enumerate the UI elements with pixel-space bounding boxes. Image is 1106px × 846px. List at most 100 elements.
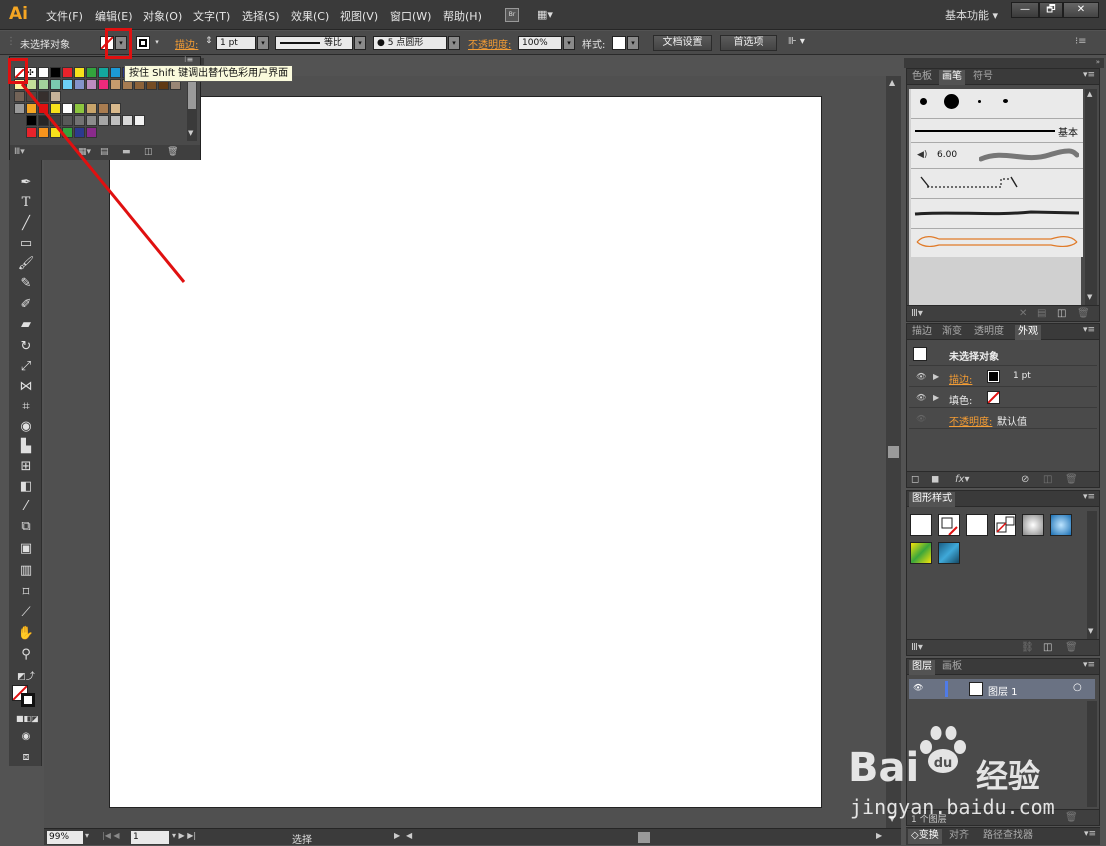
add-new-stroke-icon[interactable]: ◻ [911, 474, 919, 485]
new-graphic-style-icon[interactable]: ◫ [1043, 642, 1052, 653]
clear-appearance-icon[interactable]: ⊘ [1021, 474, 1029, 485]
perspective-grid-tool-icon[interactable]: ▙ [16, 438, 36, 456]
artboard-tool-icon[interactable]: ⌑ [16, 584, 36, 602]
menu-view[interactable]: 视图(V) [340, 8, 378, 24]
tab-appearance[interactable]: 外观 [1015, 325, 1041, 340]
tab-graphic-styles[interactable]: 图形样式 [909, 492, 955, 507]
layer-name[interactable]: 图层 1 [988, 683, 1018, 698]
tab-symbols[interactable]: 符号 [970, 70, 996, 85]
zoom-tool-icon[interactable]: ⚲ [16, 646, 36, 664]
align-icon[interactable]: ⊪ ▾ [788, 36, 805, 47]
style-swatch[interactable] [612, 36, 626, 50]
graphic-style-none-fill[interactable] [938, 514, 960, 536]
brush-definition[interactable]: ● 5 点圆形 [373, 36, 447, 50]
preferences-button[interactable]: 首选项 [720, 35, 777, 51]
eraser-tool-icon[interactable]: ▰ [16, 316, 36, 334]
width-tool-icon[interactable]: ⋈ [16, 378, 36, 396]
page-arrow[interactable]: ▾ ▶ ▶| [172, 831, 196, 840]
appearance-fill-row[interactable]: 👁 ▶ 填色: [909, 388, 1097, 408]
brush-library-menu-icon[interactable]: Ⅲ▾ [911, 308, 923, 319]
brush-arrow[interactable]: ▾ [448, 36, 460, 50]
scroll-up-icon[interactable]: ▲ [889, 78, 895, 87]
brush-scroll-up-icon[interactable]: ▲ [1087, 90, 1092, 98]
swap-fill-stroke-icon[interactable]: ◩⤴ [16, 668, 36, 686]
menu-window[interactable]: 窗口(W) [390, 8, 431, 24]
close-button[interactable]: ✕ [1063, 2, 1099, 18]
first-page-icon[interactable]: |◀ ◀ [102, 831, 120, 840]
slice-tool-icon[interactable]: ⟋ [16, 604, 36, 622]
styles-library-menu-icon[interactable]: Ⅲ▾ [911, 642, 923, 653]
tab-brushes[interactable]: 画笔 [939, 70, 965, 85]
menu-help[interactable]: 帮助(H) [443, 8, 482, 24]
brush-dot-large[interactable] [944, 94, 959, 109]
style-arrow[interactable]: ▾ [627, 36, 639, 50]
stroke-weight-field[interactable]: 1 pt [216, 36, 256, 50]
tab-gradient[interactable]: 渐变 [939, 325, 965, 340]
brush-row-bristle[interactable]: ◀) 6.00 [911, 143, 1083, 169]
zoom-arrow[interactable]: ▾ [85, 831, 89, 840]
color-mode-icons[interactable]: ■◧◪ [16, 710, 39, 728]
appearance-opacity-link[interactable]: 不透明度: [949, 413, 992, 428]
restore-button[interactable]: 🗗 [1039, 2, 1063, 18]
free-transform-tool-icon[interactable]: ⌗ [16, 398, 36, 416]
bottom-panel-menu-icon[interactable]: ▾≡ [1084, 829, 1096, 839]
drawing-mode-icon[interactable]: ◉ [16, 728, 36, 746]
graphic-styles-menu-icon[interactable]: ▾≡ [1083, 492, 1095, 502]
visibility-eye-icon[interactable]: 👁 [916, 393, 926, 402]
appearance-stroke-swatch[interactable] [987, 370, 1000, 383]
opacity-arrow[interactable]: ▾ [563, 36, 575, 50]
visibility-eye-icon[interactable]: 👁 [916, 372, 926, 381]
shape-builder-tool-icon[interactable]: ◉ [16, 418, 36, 436]
blend-tool-icon[interactable]: ⧉ [16, 518, 36, 536]
delete-graphic-style-icon[interactable]: 🗑 [1065, 642, 1078, 653]
new-brush-icon[interactable]: ◫ [1057, 308, 1066, 319]
brush-panel-scrollbar[interactable]: ▲ ▼ [1085, 89, 1097, 305]
layer-visibility-eye-icon[interactable]: 👁 [913, 683, 923, 692]
layer-target-icon[interactable]: ○ [1073, 682, 1082, 693]
vertical-scrollbar[interactable]: ▲ ▼ [886, 76, 901, 828]
mesh-tool-icon[interactable]: ⊞ [16, 458, 36, 476]
opacity-label-link[interactable]: 不透明度: [468, 36, 511, 51]
tab-artboards[interactable]: 画板 [939, 660, 965, 675]
scale-tool-icon[interactable]: ⤢ [16, 358, 36, 376]
menu-effect[interactable]: 效果(C) [291, 8, 329, 24]
graphic-style-double-square[interactable] [994, 514, 1016, 536]
scroll-left-icon[interactable]: ◀ [406, 831, 412, 840]
graphic-style-default[interactable] [910, 514, 932, 536]
brush-row-basic[interactable]: 基本 [911, 119, 1083, 143]
profile-arrow[interactable]: ▾ [354, 36, 366, 50]
stroke-weight-stepper-icon[interactable]: ⇕ [205, 36, 213, 46]
break-link-icon[interactable]: ⛓ [1021, 642, 1034, 653]
horizontal-scroll-thumb[interactable] [638, 832, 650, 843]
brush-dot-small[interactable] [920, 98, 927, 105]
eyedropper-tool-icon[interactable]: ⁄ [16, 498, 36, 516]
tab-swatches[interactable]: 色板 [909, 70, 935, 85]
layers-panel-menu-icon[interactable]: ▾≡ [1083, 660, 1095, 670]
zoom-field[interactable]: 99% [47, 831, 83, 844]
graphic-style-blue-texture[interactable] [938, 542, 960, 564]
delete-brush-icon[interactable]: 🗑 [1077, 308, 1090, 319]
tab-layers[interactable]: 图层 [909, 660, 935, 675]
document-setup-button[interactable]: 文档设置 [653, 35, 712, 51]
panel-dock-collapse-icon[interactable]: » [904, 58, 1104, 68]
opacity-field[interactable]: 100% [518, 36, 562, 50]
arrange-documents-icon[interactable]: ▦▾ [537, 8, 561, 22]
delete-item-icon[interactable]: 🗑 [1065, 474, 1078, 485]
appearance-stroke-link[interactable]: 描边: [949, 371, 972, 386]
duplicate-item-icon[interactable]: ◫ [1043, 474, 1052, 485]
status-menu-arrow[interactable]: ▶ [394, 831, 400, 840]
appearance-opacity-row[interactable]: 👁 不透明度: 默认值 [909, 409, 1097, 429]
toolbar-stroke-box[interactable] [21, 693, 35, 707]
symbol-sprayer-tool-icon[interactable]: ▣ [16, 540, 36, 558]
brush-row-decorative[interactable] [911, 229, 1083, 257]
tab-align[interactable]: 对齐 [946, 829, 972, 844]
tab-pathfinder[interactable]: 路径查找器 [980, 829, 1036, 844]
brush-row-dashed[interactable] [911, 169, 1083, 199]
minimize-button[interactable]: — [1011, 2, 1039, 18]
expand-triangle-icon[interactable]: ▶ [933, 393, 939, 402]
page-field[interactable]: 1 [131, 831, 169, 844]
styles-scroll-down-icon[interactable]: ▼ [1088, 627, 1093, 635]
menu-select[interactable]: 选择(S) [242, 8, 280, 24]
brush-dot-tiny[interactable] [978, 100, 981, 103]
hand-tool-icon[interactable]: ✋ [16, 625, 36, 643]
